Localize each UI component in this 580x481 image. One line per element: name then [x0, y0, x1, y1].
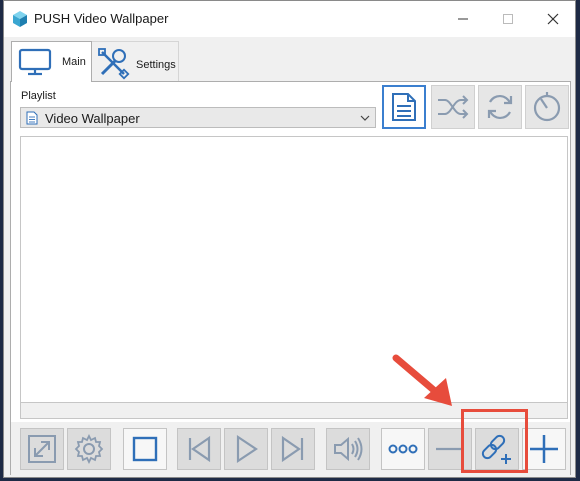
close-icon [547, 13, 559, 25]
plus-icon [530, 435, 558, 463]
speaker-icon [334, 436, 363, 462]
skip-forward-icon [281, 435, 304, 463]
tab-bar: Main Settings [4, 37, 575, 82]
timer-icon [533, 92, 561, 122]
playlist-dropdown[interactable]: Video Wallpaper [20, 107, 376, 128]
title-bar[interactable]: PUSH Video Wallpaper [4, 1, 575, 37]
video-list[interactable] [20, 136, 568, 419]
previous-button[interactable] [177, 428, 221, 470]
annotation-arrow-icon [392, 354, 452, 406]
more-button[interactable] [381, 428, 425, 470]
playlist-file-icon [26, 111, 38, 125]
tab-main-label: Main [62, 56, 86, 68]
shuffle-button[interactable] [431, 85, 475, 129]
monitor-icon [18, 48, 52, 76]
maximize-button[interactable] [485, 1, 531, 37]
app-window: PUSH Video Wallpaper Main Settings Playl… [3, 0, 576, 478]
window-title: PUSH Video Wallpaper [34, 11, 169, 26]
maximize-icon [503, 14, 513, 24]
repeat-button[interactable] [478, 85, 522, 129]
playlist-selected-value: Video Wallpaper [45, 111, 140, 126]
next-button[interactable] [271, 428, 315, 470]
volume-button[interactable] [326, 428, 370, 470]
play-button[interactable] [224, 428, 268, 470]
tab-main[interactable]: Main [11, 41, 92, 82]
minimize-button[interactable] [440, 1, 486, 37]
stop-button[interactable] [123, 428, 167, 470]
refresh-icon [487, 94, 513, 120]
settings-button[interactable] [67, 428, 111, 470]
stop-icon [132, 436, 158, 462]
gear-icon [74, 434, 104, 464]
playlist-label: Playlist [21, 90, 56, 102]
shuffle-icon [438, 95, 469, 119]
play-icon [236, 434, 258, 464]
expand-icon [28, 435, 56, 463]
add-button[interactable] [522, 428, 566, 470]
highlight-box [461, 409, 528, 473]
tools-icon [98, 48, 130, 80]
chevron-down-icon [360, 115, 370, 121]
playlist-mode-button[interactable] [382, 85, 426, 129]
fullscreen-button[interactable] [20, 428, 64, 470]
minimize-icon [458, 18, 468, 20]
document-icon [392, 93, 416, 121]
skip-back-icon [188, 435, 211, 463]
ellipsis-icon [388, 444, 418, 454]
close-button[interactable] [530, 1, 575, 37]
tab-settings-label: Settings [136, 59, 176, 71]
app-cube-icon [11, 10, 29, 28]
timer-button[interactable] [525, 85, 569, 129]
tab-settings[interactable]: Settings [91, 41, 179, 81]
